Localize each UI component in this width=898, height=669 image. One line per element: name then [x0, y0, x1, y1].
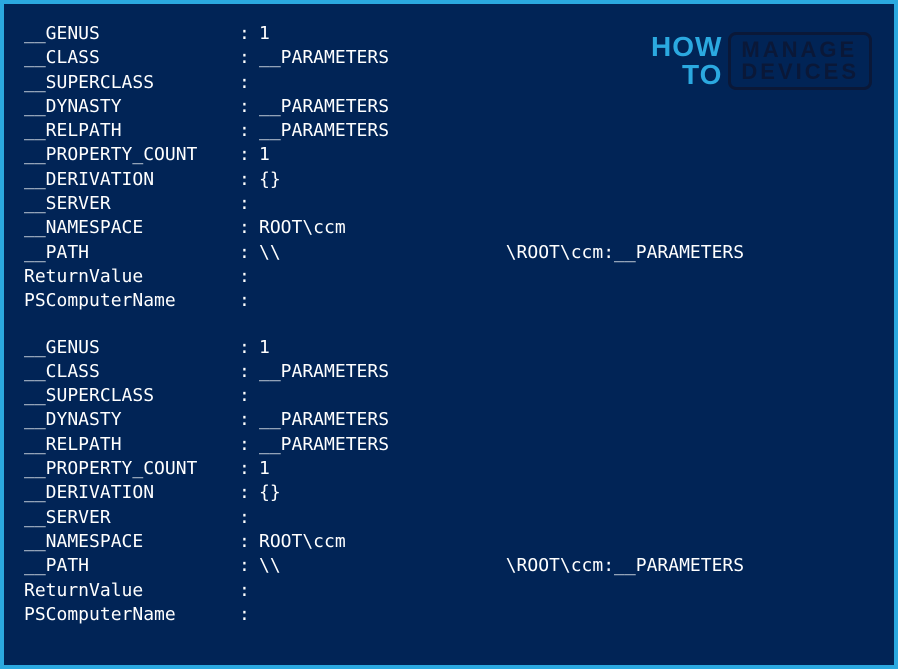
watermark-left: HOW TO	[651, 33, 722, 89]
label-server: __SERVER	[24, 192, 239, 216]
label-genus: __GENUS	[24, 22, 239, 46]
row-namespace: __NAMESPACE : ROOT\ccm	[24, 530, 874, 554]
powershell-terminal[interactable]: HOW TO MANAGE DEVICES __GENUS : 1 __CLAS…	[4, 4, 894, 665]
separator: :	[239, 360, 259, 384]
row-returnvalue: ReturnValue :	[24, 579, 874, 603]
value-namespace: ROOT\ccm	[259, 530, 346, 554]
output-block-1: __GENUS : 1 __CLASS : __PARAMETERS __SUP…	[24, 336, 874, 628]
separator: :	[239, 554, 259, 578]
row-server: __SERVER :	[24, 506, 874, 530]
separator: :	[239, 530, 259, 554]
value-path-suffix: \ROOT\ccm:__PARAMETERS	[506, 241, 744, 265]
row-dynasty: __DYNASTY : __PARAMETERS	[24, 95, 874, 119]
value-namespace: ROOT\ccm	[259, 216, 346, 240]
label-returnvalue: ReturnValue	[24, 265, 239, 289]
row-returnvalue: ReturnValue :	[24, 265, 874, 289]
separator: :	[239, 384, 259, 408]
row-dynasty: __DYNASTY : __PARAMETERS	[24, 408, 874, 432]
row-class: __CLASS : __PARAMETERS	[24, 360, 874, 384]
separator: :	[239, 95, 259, 119]
label-namespace: __NAMESPACE	[24, 216, 239, 240]
separator: :	[239, 168, 259, 192]
label-relpath: __RELPATH	[24, 433, 239, 457]
path-gap	[281, 241, 506, 265]
separator: :	[239, 216, 259, 240]
value-relpath: __PARAMETERS	[259, 433, 389, 457]
watermark-how: HOW	[651, 33, 722, 61]
row-relpath: __RELPATH : __PARAMETERS	[24, 119, 874, 143]
row-namespace: __NAMESPACE : ROOT\ccm	[24, 216, 874, 240]
label-server: __SERVER	[24, 506, 239, 530]
row-property-count: __PROPERTY_COUNT : 1	[24, 143, 874, 167]
label-dynasty: __DYNASTY	[24, 95, 239, 119]
value-derivation: {}	[259, 168, 281, 192]
row-derivation: __DERIVATION : {}	[24, 168, 874, 192]
label-dynasty: __DYNASTY	[24, 408, 239, 432]
separator: :	[239, 481, 259, 505]
watermark-box: MANAGE DEVICES	[728, 32, 872, 90]
label-returnvalue: ReturnValue	[24, 579, 239, 603]
label-pscomputername: PSComputerName	[24, 289, 239, 313]
watermark-manage: MANAGE	[741, 39, 859, 61]
value-property-count: 1	[259, 457, 270, 481]
separator: :	[239, 22, 259, 46]
watermark-to: TO	[682, 61, 722, 89]
label-derivation: __DERIVATION	[24, 168, 239, 192]
separator: :	[239, 71, 259, 95]
label-derivation: __DERIVATION	[24, 481, 239, 505]
separator: :	[239, 506, 259, 530]
row-pscomputername: PSComputerName :	[24, 289, 874, 313]
label-genus: __GENUS	[24, 336, 239, 360]
label-path: __PATH	[24, 241, 239, 265]
row-path: __PATH : \\ \ROOT\ccm:__PARAMETERS	[24, 241, 874, 265]
value-path-prefix: \\	[259, 241, 281, 265]
row-server: __SERVER :	[24, 192, 874, 216]
value-genus: 1	[259, 336, 270, 360]
label-relpath: __RELPATH	[24, 119, 239, 143]
separator: :	[239, 336, 259, 360]
row-relpath: __RELPATH : __PARAMETERS	[24, 433, 874, 457]
value-derivation: {}	[259, 481, 281, 505]
separator: :	[239, 433, 259, 457]
separator: :	[239, 579, 259, 603]
row-property-count: __PROPERTY_COUNT : 1	[24, 457, 874, 481]
separator: :	[239, 408, 259, 432]
path-gap	[281, 554, 506, 578]
separator: :	[239, 46, 259, 70]
label-class: __CLASS	[24, 46, 239, 70]
value-genus: 1	[259, 22, 270, 46]
separator: :	[239, 457, 259, 481]
label-namespace: __NAMESPACE	[24, 530, 239, 554]
value-path-suffix: \ROOT\ccm:__PARAMETERS	[506, 554, 744, 578]
watermark-devices: DEVICES	[741, 61, 859, 83]
row-path: __PATH : \\ \ROOT\ccm:__PARAMETERS	[24, 554, 874, 578]
label-class: __CLASS	[24, 360, 239, 384]
separator: :	[239, 241, 259, 265]
separator: :	[239, 289, 259, 313]
label-property-count: __PROPERTY_COUNT	[24, 143, 239, 167]
label-superclass: __SUPERCLASS	[24, 384, 239, 408]
value-relpath: __PARAMETERS	[259, 119, 389, 143]
separator: :	[239, 143, 259, 167]
row-derivation: __DERIVATION : {}	[24, 481, 874, 505]
label-superclass: __SUPERCLASS	[24, 71, 239, 95]
label-path: __PATH	[24, 554, 239, 578]
row-superclass: __SUPERCLASS :	[24, 384, 874, 408]
value-path-prefix: \\	[259, 554, 281, 578]
separator: :	[239, 119, 259, 143]
label-pscomputername: PSComputerName	[24, 603, 239, 627]
separator: :	[239, 192, 259, 216]
separator: :	[239, 603, 259, 627]
value-class: __PARAMETERS	[259, 46, 389, 70]
value-dynasty: __PARAMETERS	[259, 408, 389, 432]
value-property-count: 1	[259, 143, 270, 167]
value-dynasty: __PARAMETERS	[259, 95, 389, 119]
row-genus: __GENUS : 1	[24, 336, 874, 360]
label-property-count: __PROPERTY_COUNT	[24, 457, 239, 481]
row-pscomputername: PSComputerName :	[24, 603, 874, 627]
watermark-logo: HOW TO MANAGE DEVICES	[651, 32, 872, 90]
separator: :	[239, 265, 259, 289]
value-class: __PARAMETERS	[259, 360, 389, 384]
